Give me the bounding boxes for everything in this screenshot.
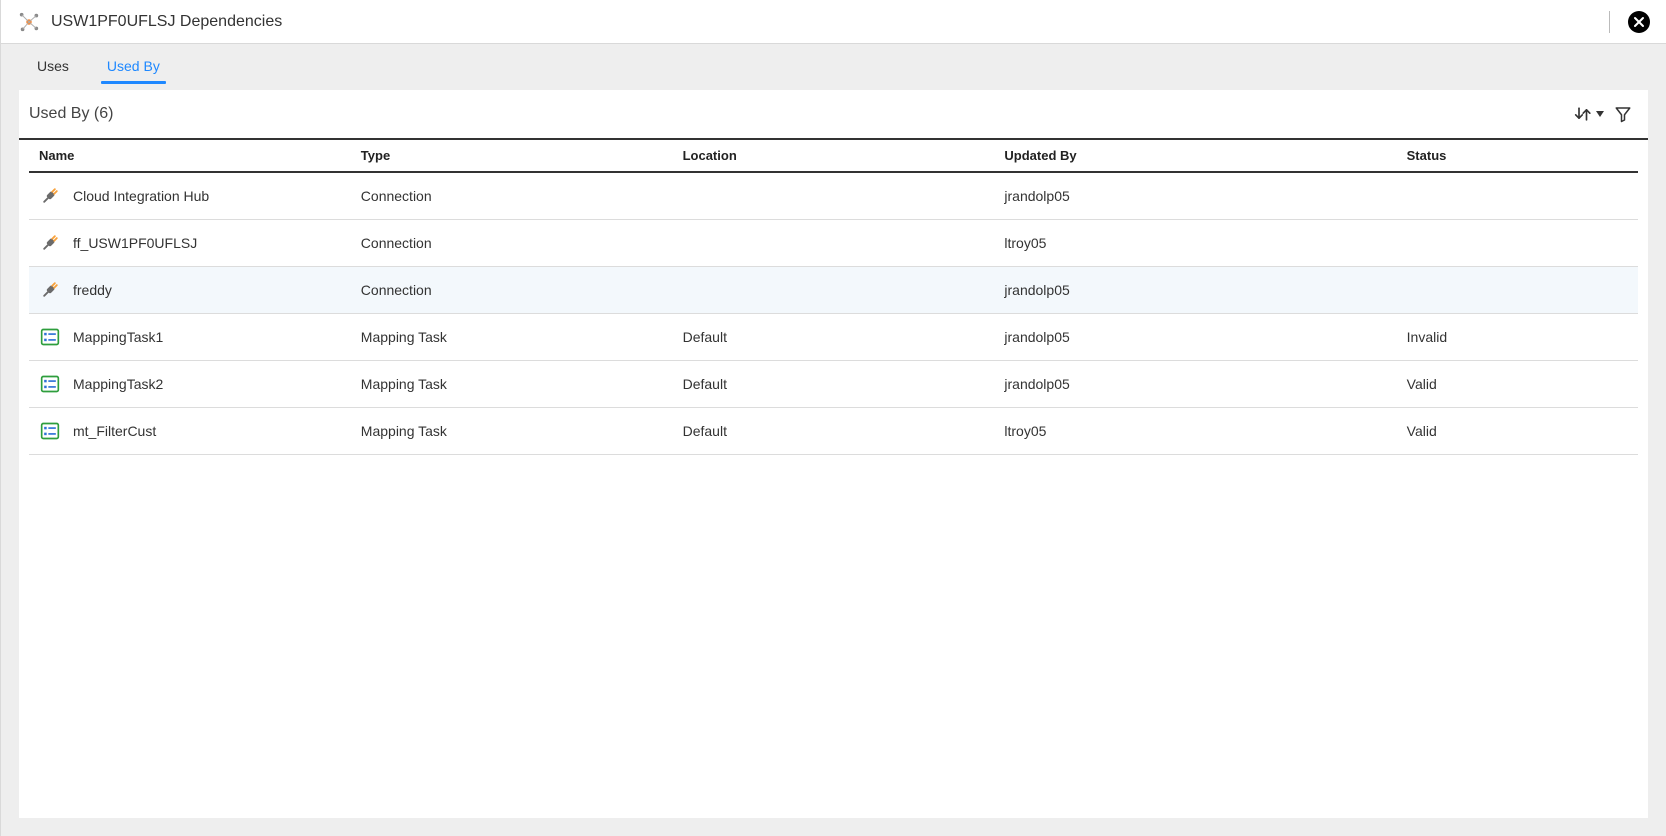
cell-type: Mapping Task [351,314,673,361]
panel-title: Used By (6) [29,105,113,123]
chevron-down-icon [1596,110,1604,118]
cell-status: Invalid [1397,314,1638,361]
sort-button[interactable] [1574,100,1604,128]
close-icon [1633,16,1645,28]
col-header-location[interactable]: Location [673,140,995,172]
cell-type: Mapping Task [351,361,673,408]
cell-location: Default [673,314,995,361]
col-header-name[interactable]: Name [29,140,351,172]
cell-location [673,172,995,220]
tab-label: Used By [107,58,160,74]
table-row[interactable]: MappingTask1 Mapping TaskDefaultjrandolp0… [29,314,1638,361]
cell-status [1397,220,1638,267]
cell-status: Valid [1397,361,1638,408]
tab-uses[interactable]: Uses [37,58,69,84]
col-header-status[interactable]: Status [1397,140,1638,172]
cell-location [673,220,995,267]
connection-icon [39,232,61,254]
cell-type: Connection [351,267,673,314]
col-header-updated-by[interactable]: Updated By [994,140,1396,172]
table-row[interactable]: ff_USW1PF0UFLSJ Connection ltroy05 [29,220,1638,267]
dependencies-icon [17,10,41,34]
mapping-icon [39,326,61,348]
row-name-label: MappingTask2 [73,376,163,392]
table-row[interactable]: MappingTask2 Mapping TaskDefaultjrandolp0… [29,361,1638,408]
titlebar: USW1PF0UFLSJ Dependencies [1,0,1666,44]
tab-used-by[interactable]: Used By [107,58,160,84]
close-button[interactable] [1628,11,1650,33]
cell-updated-by: ltroy05 [994,408,1396,455]
cell-type: Connection [351,220,673,267]
cell-location [673,267,995,314]
dialog-title: USW1PF0UFLSJ Dependencies [51,13,282,31]
row-name-label: ff_USW1PF0UFLSJ [73,235,197,251]
cell-updated-by: ltroy05 [994,220,1396,267]
sort-icon [1574,105,1594,123]
filter-button[interactable] [1608,100,1638,128]
titlebar-divider [1609,11,1610,33]
table-header-row: Name Type Location Updated By Status [29,140,1638,172]
table-row[interactable]: mt_FilterCust Mapping TaskDefaultltroy05V… [29,408,1638,455]
connection-icon [39,185,61,207]
dialog-body: Uses Used By Used By (6) [1,44,1666,836]
used-by-table: Name Type Location Updated By Status Clo… [29,140,1638,455]
panel-header: Used By (6) [19,90,1648,140]
connection-icon [39,279,61,301]
cell-location: Default [673,361,995,408]
col-header-type[interactable]: Type [351,140,673,172]
cell-updated-by: jrandolp05 [994,361,1396,408]
table-row[interactable]: freddy Connection jrandolp05 [29,267,1638,314]
cell-status [1397,267,1638,314]
cell-status: Valid [1397,408,1638,455]
row-name-label: Cloud Integration Hub [73,188,209,204]
row-name-label: mt_FilterCust [73,423,156,439]
cell-status [1397,172,1638,220]
cell-updated-by: jrandolp05 [994,314,1396,361]
mapping-icon [39,420,61,442]
cell-type: Connection [351,172,673,220]
cell-location: Default [673,408,995,455]
cell-updated-by: jrandolp05 [994,267,1396,314]
used-by-panel: Used By (6) [19,90,1648,818]
dependencies-dialog: USW1PF0UFLSJ Dependencies Uses Used By U… [0,0,1666,836]
cell-type: Mapping Task [351,408,673,455]
mapping-icon [39,373,61,395]
table-row[interactable]: Cloud Integration Hub Connection jrandolp0… [29,172,1638,220]
row-name-label: MappingTask1 [73,329,163,345]
tab-bar: Uses Used By [19,44,1648,84]
cell-updated-by: jrandolp05 [994,172,1396,220]
row-name-label: freddy [73,282,112,298]
tab-label: Uses [37,58,69,74]
filter-icon [1614,105,1632,123]
